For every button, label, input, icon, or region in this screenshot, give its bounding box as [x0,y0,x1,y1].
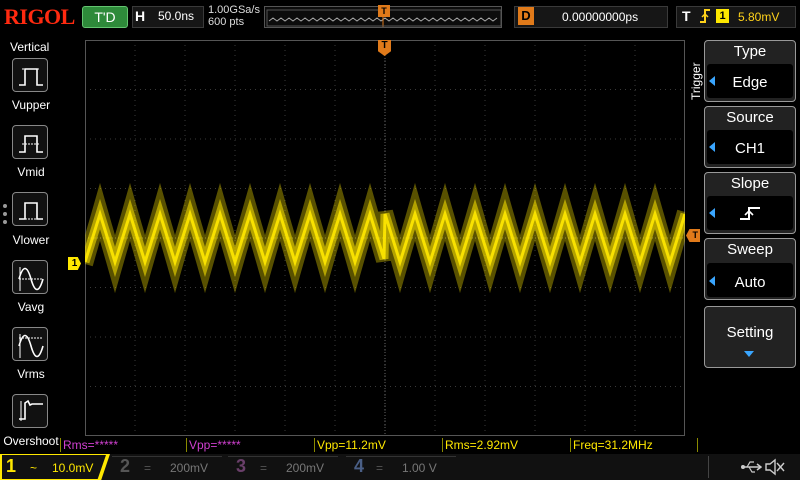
vmid-label: Vmid [17,165,45,179]
ch1-coupling-icon: ~ [30,461,38,475]
memory-depth: 600 pts [208,16,245,28]
vavg-icon [18,267,44,291]
overshoot-button[interactable] [12,394,48,428]
ch4-scale: 1.00 V [402,461,437,475]
vmid-button[interactable] [12,125,48,159]
vlower-label: Vlower [12,233,50,247]
delay-value: 0.00000000ps [562,10,639,24]
rising-slope-icon [738,203,762,228]
trigger-label: T [682,8,691,24]
vrms-icon [18,334,44,358]
usb-icon [740,458,763,480]
ch2-coupling-icon: = [144,461,152,475]
trigger-type-value: Edge [732,74,768,91]
trigger-type-title: Type [733,43,767,60]
measurement-rms-invalid: Rms=***** [60,438,186,452]
ch2-scale: 200mV [170,461,209,475]
horizontal-label: H [135,8,146,24]
timebase-value: 50.0ns [158,9,195,23]
vrms-label: Vrms [17,367,45,381]
measurement-freq: Freq=31.2MHz [570,438,698,452]
ch1-scale: 10.0mV [52,461,94,475]
ch1-number: 1 [6,456,17,476]
trigger-setting-title: Setting [726,324,774,341]
delay-label: D [518,7,534,25]
down-arrow-icon [744,351,754,357]
trigger-source-value: CH1 [734,140,765,157]
menu-page-dots-icon [2,202,8,226]
trigger-level-marker[interactable]: T [686,229,700,242]
overshoot-icon [19,399,43,421]
vavg-button[interactable] [12,260,48,294]
left-arrow-icon [709,208,715,218]
ch2-number: 2 [120,456,131,476]
ch3-coupling-icon: = [260,461,268,475]
vlower-icon [19,202,43,220]
ch3-number: 3 [236,456,247,476]
ch1-ground-marker[interactable]: 1 [68,257,81,270]
measurement-rms: Rms=2.92mV [442,438,570,452]
vupper-icon [19,68,43,86]
run-status-badge[interactable]: T'D [82,6,128,28]
measurement-vpp: Vpp=11.2mV [314,438,442,452]
trigger-sweep-title: Sweep [727,241,773,258]
vrms-button[interactable] [12,327,48,361]
trigger-menu-title-text: Trigger [689,62,703,100]
sample-rate: 1.00GSa/s [208,4,260,16]
ch1-waveform [85,182,685,294]
rigol-logo: RIGOL [4,4,75,29]
trigger-channel-badge: 1 [716,9,729,23]
trigger-slope-title: Slope [730,175,770,192]
ch3-scale: 200mV [286,461,325,475]
ch4-number: 4 [354,456,365,476]
overshoot-label: Overshoot [3,434,59,448]
trigger-level-value: 5.80mV [738,10,780,24]
vupper-button[interactable] [12,58,48,92]
rising-edge-icon [698,6,712,29]
trigger-sweep-value: Auto [734,274,766,291]
vavg-label: Vavg [17,300,45,314]
ch4-coupling-icon: = [376,461,384,475]
trigger-source-title: Source [726,109,774,126]
vmid-icon [19,135,43,153]
vupper-label: Vupper [11,98,51,112]
waveform-graticule[interactable] [85,40,685,436]
speaker-mute-icon[interactable] [764,457,786,480]
trigger-menu-title: Trigger [689,60,705,118]
measurement-vpp-invalid: Vpp=***** [186,438,314,452]
vertical-menu-title: Vertical [10,40,50,54]
vlower-button[interactable] [12,192,48,226]
memory-trigger-marker: T [378,5,390,17]
